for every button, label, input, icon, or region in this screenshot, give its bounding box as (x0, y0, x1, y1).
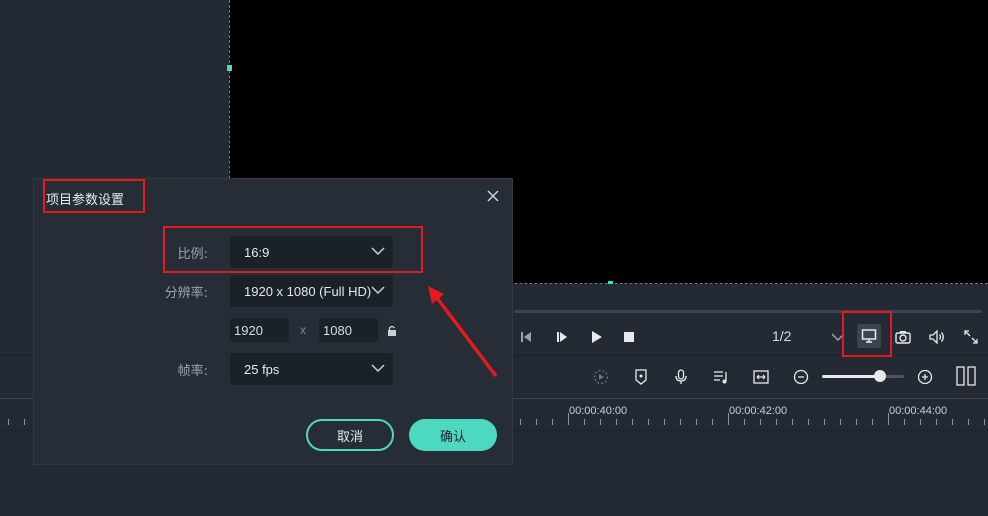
framerate-value: 25 fps (244, 361, 280, 377)
close-icon[interactable] (484, 187, 502, 205)
resize-handle-left[interactable] (227, 65, 232, 71)
cancel-button[interactable]: 取消 (306, 419, 394, 451)
annotation-box-display (842, 311, 892, 357)
width-input[interactable]: 1920 (230, 318, 289, 342)
ruler-tick (728, 413, 729, 425)
ruler-tick (904, 419, 905, 425)
fit-timeline-icon[interactable] (752, 368, 770, 386)
ruler-tick (968, 419, 969, 425)
ruler-tick (808, 419, 809, 425)
zoom-in-icon[interactable] (916, 368, 934, 386)
audio-mixer-icon[interactable] (712, 368, 730, 386)
lock-icon[interactable] (387, 322, 397, 341)
ruler-tick (536, 419, 537, 425)
zoom-slider-thumb[interactable] (874, 370, 886, 382)
ruler-tick (856, 419, 857, 425)
ruler-tick (24, 419, 25, 425)
ruler-tick (680, 419, 681, 425)
ruler-tick (776, 419, 777, 425)
ruler-tick (888, 413, 889, 425)
annotation-arrow (428, 286, 498, 378)
fullscreen-icon[interactable] (962, 328, 980, 346)
ruler-tick (616, 419, 617, 425)
ruler-tick (632, 419, 633, 425)
zoom-slider[interactable] (822, 370, 904, 382)
chevron-down-icon (371, 361, 385, 376)
preview-ratio-display[interactable]: 1/2 (772, 328, 791, 344)
ruler-tick (664, 419, 665, 425)
ruler-tick (872, 419, 873, 425)
ruler-tick (760, 419, 761, 425)
ruler-tick (792, 419, 793, 425)
ruler-tick (552, 419, 553, 425)
zoom-out-icon[interactable] (792, 368, 810, 386)
prev-frame-icon[interactable] (518, 329, 534, 345)
ruler-tick (712, 419, 713, 425)
marker-icon[interactable] (632, 368, 650, 386)
ruler-tick (824, 419, 825, 425)
volume-icon[interactable] (928, 328, 946, 346)
resolution-value: 1920 x 1080 (Full HD) (244, 283, 372, 299)
resolution-label: 分辨率: (164, 286, 208, 301)
time-label: 00:00:44:00 (889, 405, 948, 417)
confirm-button[interactable]: 确认 (409, 419, 497, 451)
ruler-tick (520, 419, 521, 425)
ruler-tick (936, 419, 937, 425)
height-input[interactable]: 1080 (319, 318, 378, 342)
framerate-select[interactable]: 25 fps (230, 353, 393, 385)
ruler-tick (744, 419, 745, 425)
ruler-tick (648, 419, 649, 425)
time-label: 00:00:42:00 (729, 405, 788, 417)
resolution-select[interactable]: 1920 x 1080 (Full HD) (230, 275, 393, 307)
ruler-tick (840, 419, 841, 425)
ruler-tick (600, 419, 601, 425)
next-frame-icon[interactable] (554, 329, 570, 345)
annotation-box-ratio (163, 226, 423, 273)
playback-progress[interactable] (514, 310, 982, 313)
ruler-tick (584, 419, 585, 425)
stop-icon[interactable] (621, 329, 637, 345)
dimension-separator: x (300, 323, 306, 337)
snapshot-icon[interactable] (894, 328, 912, 346)
microphone-icon[interactable] (672, 368, 690, 386)
play-icon[interactable] (588, 329, 604, 345)
ruler-tick (920, 419, 921, 425)
time-label: 00:00:40:00 (569, 405, 628, 417)
ruler-tick (984, 419, 985, 425)
ruler-tick (696, 419, 697, 425)
ruler-tick (952, 419, 953, 425)
ruler-tick (568, 413, 569, 425)
ruler-tick (8, 419, 9, 425)
chevron-down-icon (371, 283, 385, 298)
framerate-label: 帧率: (177, 364, 208, 379)
render-preview-icon[interactable] (592, 368, 610, 386)
annotation-box-title (43, 179, 145, 213)
split-view-icon[interactable] (955, 366, 977, 386)
